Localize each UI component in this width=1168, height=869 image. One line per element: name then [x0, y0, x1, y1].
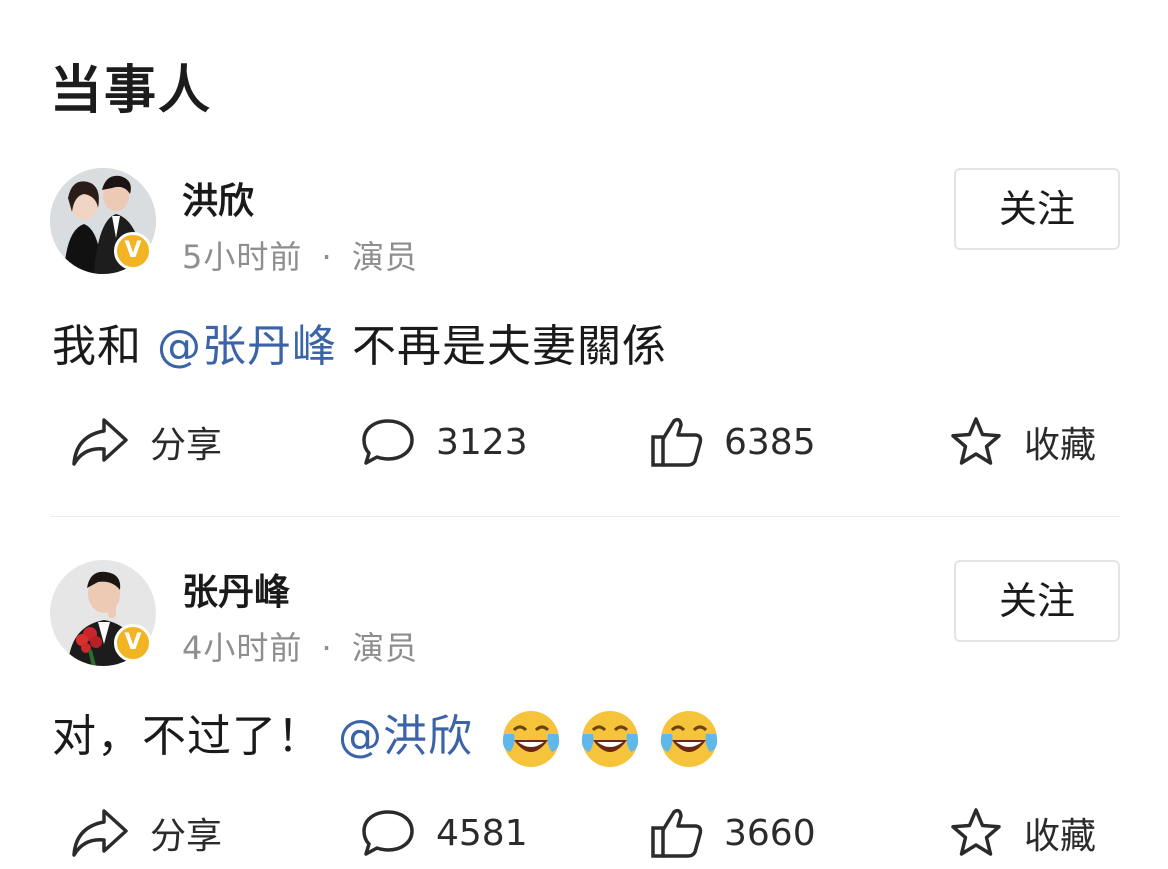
verified-badge-icon: V — [114, 232, 152, 270]
laugh-cry-emoji-icon — [660, 711, 718, 767]
content-text: 我和 — [52, 321, 157, 372]
favorite-label: 收藏 — [1024, 816, 1097, 857]
laugh-cry-emoji-icon — [502, 711, 560, 767]
meta-separator: · — [321, 238, 333, 276]
author-role: 演员 — [351, 629, 418, 667]
post-divider — [50, 516, 1120, 517]
share-icon — [72, 809, 128, 857]
action-bar: 分享 4581 3660 收藏 — [0, 803, 1168, 863]
author-role: 演员 — [351, 238, 418, 276]
mention-link[interactable]: @张丹峰 — [157, 321, 337, 372]
content-text-suffix: 不再是夫妻關係 — [337, 321, 667, 372]
star-icon — [951, 417, 1001, 465]
favorite-button[interactable]: 收藏 — [948, 412, 1096, 472]
author-name[interactable]: 洪欣 — [182, 172, 254, 224]
like-button[interactable]: 6385 — [650, 412, 816, 472]
meta-separator: · — [321, 629, 333, 667]
share-icon — [72, 418, 128, 466]
comment-button[interactable]: 3123 — [360, 412, 528, 472]
thumbs-up-icon — [651, 808, 703, 858]
thumbs-up-icon — [651, 417, 703, 467]
post-meta: 4小时前 · 演员 — [182, 623, 418, 669]
action-bar: 分享 3123 6385 收藏 — [0, 412, 1168, 472]
follow-button[interactable]: 关注 — [954, 560, 1120, 642]
section-title: 当事人 — [50, 61, 213, 121]
avatar-zhangdanfeng[interactable]: V — [50, 560, 156, 666]
favorite-label: 收藏 — [1024, 425, 1097, 466]
post-content: 我和 @张丹峰 不再是夫妻關係 — [52, 310, 667, 374]
follow-button[interactable]: 关注 — [954, 168, 1120, 250]
share-label: 分享 — [150, 425, 223, 466]
like-button[interactable]: 3660 — [650, 803, 816, 863]
avatar-hongxin[interactable]: V — [50, 168, 156, 274]
like-count: 6385 — [724, 421, 816, 463]
share-button[interactable]: 分享 — [70, 412, 222, 472]
comment-button[interactable]: 4581 — [360, 803, 528, 863]
like-count: 3660 — [724, 812, 816, 854]
share-button[interactable]: 分享 — [70, 803, 222, 863]
comment-icon — [362, 419, 414, 465]
comment-count: 3123 — [436, 421, 528, 463]
post-time: 4小时前 — [182, 629, 303, 667]
post-time: 5小时前 — [182, 238, 303, 276]
author-name[interactable]: 张丹峰 — [182, 563, 290, 615]
comment-count: 4581 — [436, 812, 528, 854]
mention-link[interactable]: @洪欣 — [338, 711, 473, 762]
star-icon — [951, 808, 1001, 856]
verified-badge-icon: V — [114, 624, 152, 662]
laugh-cry-emoji-icon — [581, 711, 639, 767]
post-meta: 5小时前 · 演员 — [182, 232, 418, 278]
comment-icon — [362, 810, 414, 856]
share-label: 分享 — [150, 816, 223, 857]
favorite-button[interactable]: 收藏 — [948, 803, 1096, 863]
content-text: 对，不过了！ — [52, 711, 322, 762]
post-content: 对，不过了！ @洪欣 — [52, 700, 720, 770]
emoji-group — [498, 711, 720, 767]
